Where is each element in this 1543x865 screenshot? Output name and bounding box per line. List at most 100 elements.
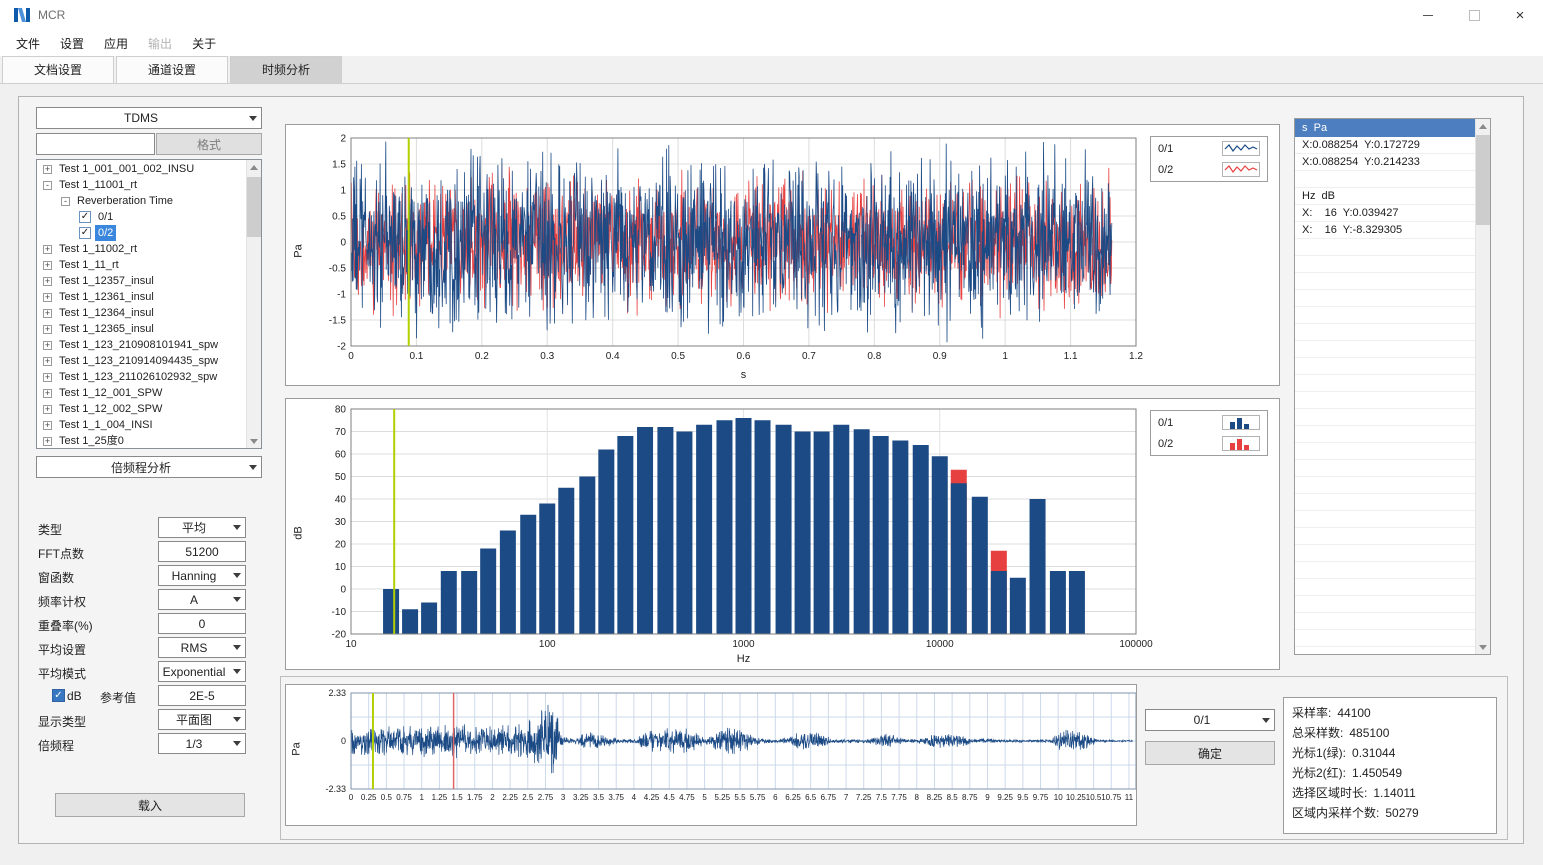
tree-item-label[interactable]: Test 1_123_210908101941_spw [56,337,221,353]
overview-chart-svg[interactable]: 00.250.50.7511.251.51.7522.252.52.7533.2… [286,685,1136,825]
tree-item[interactable]: ✓ 0/1 [37,209,246,225]
tree-item[interactable]: +Test 1_001_001_002_INSU [37,161,246,177]
expand-icon[interactable]: + [43,341,52,350]
tree-item[interactable]: + Test 1_123_211026102932_spw [37,369,246,385]
cursor-row[interactable] [1295,324,1475,341]
tree-item-label[interactable]: Test 1_123_210914094435_spw [56,353,221,369]
tree-item[interactable]: + Test 1_123_210914094435_spw [37,353,246,369]
tab[interactable]: 通道设置 [116,56,228,83]
tree-item[interactable]: -Reverberation Time [37,193,246,209]
confirm-button[interactable]: 确定 [1145,741,1275,765]
cursor-row[interactable] [1295,171,1475,188]
load-button[interactable]: 载入 [55,793,245,817]
menu-item[interactable]: 应用 [94,30,138,57]
tree-item[interactable]: ✓0/2 [37,225,246,241]
cursor-row[interactable] [1295,494,1475,511]
tree-item-label[interactable]: Test 1_12364_insul [56,305,157,321]
tree-item-label[interactable]: Test 1_12361_insul [56,289,157,305]
chevron-down-icon[interactable] [228,566,245,585]
cursor-row[interactable]: X:0.088254 Y:0.172729 [1295,137,1475,154]
cursor-row[interactable]: X:0.088254 Y:0.214233 [1295,154,1475,171]
tree-item-label[interactable]: 0/1 [95,209,116,225]
chevron-down-icon[interactable] [228,638,245,657]
tree-scrollbar[interactable] [246,160,261,448]
collapse-icon[interactable]: - [61,197,70,206]
legend-row[interactable]: 0/2 [1151,433,1267,454]
cursor-row[interactable] [1295,477,1475,494]
tree-item-label[interactable]: Test 1_12_002_SPW [56,401,165,417]
spectrum-chart-svg[interactable]: 80706050403020100-10-2010100100010000100… [286,399,1279,669]
param-combo[interactable]: Exponential [158,661,246,682]
menu-item[interactable]: 关于 [182,30,226,57]
param-combo[interactable]: 平面图 [158,709,246,730]
chevron-down-icon[interactable] [244,457,261,477]
expand-icon[interactable]: + [43,325,52,334]
param-combo[interactable]: RMS [158,637,246,658]
tree-item[interactable]: + Test 1_12365_insul [37,321,246,337]
menu-item[interactable]: 设置 [50,30,94,57]
legend-row[interactable]: 0/1 [1151,138,1267,159]
chevron-down-icon[interactable] [228,662,245,681]
expand-icon[interactable]: + [43,245,52,254]
tab[interactable]: 文档设置 [2,56,114,83]
filter-input[interactable] [36,133,155,155]
param-combo[interactable]: A [158,589,246,610]
chevron-down-icon[interactable] [228,710,245,729]
param-input[interactable]: 51200 [158,541,246,562]
close-button[interactable]: × [1497,0,1543,30]
time-chart-svg[interactable]: 21.510.50-0.5-1-1.5-200.10.20.30.40.50.6… [286,125,1279,385]
cursor-row[interactable] [1295,290,1475,307]
scrollbar-thumb[interactable] [1476,135,1490,225]
tree-item-label[interactable]: Test 1_12357_insul [56,273,157,289]
tree-item[interactable]: +Test 1_11_rt [37,257,246,273]
cursor-row[interactable] [1295,358,1475,375]
spectrum-chart[interactable]: 80706050403020100-10-2010100100010000100… [285,398,1280,670]
scroll-down-icon[interactable] [247,433,261,448]
expand-icon[interactable]: + [43,357,52,366]
tab[interactable]: 时频分析 [230,56,342,83]
tree-item[interactable]: +Test 1_12_002_SPW [37,401,246,417]
cursor-row[interactable] [1295,647,1475,653]
param-combo[interactable]: 1/3 [158,733,246,754]
cursor-panel-scrollbar[interactable] [1475,119,1490,654]
tree-item-label[interactable]: Test 1_11_rt [56,257,122,273]
tree-item[interactable]: +Test 1_1_004_INSI [37,417,246,433]
minimize-button[interactable] [1405,0,1451,30]
cursor-row[interactable] [1295,460,1475,477]
tree-item-label[interactable]: 0/2 [95,225,116,241]
tree-item[interactable]: + Test 1_11002_rt [37,241,246,257]
tree-item-label[interactable]: Test 1_12365_insul [56,321,157,337]
menu-item[interactable]: 文件 [6,30,50,57]
cursor-row[interactable] [1295,307,1475,324]
scroll-up-icon[interactable] [247,160,261,175]
scrollbar-thumb[interactable] [247,177,261,237]
cursor-row[interactable] [1295,528,1475,545]
cursor-row[interactable] [1295,375,1475,392]
cursor-row[interactable]: X: 16 Y:-8.329305 [1295,222,1475,239]
cursor-row[interactable] [1295,562,1475,579]
legend-row[interactable]: 0/2 [1151,159,1267,180]
collapse-icon[interactable]: - [43,181,52,190]
cursor-row[interactable] [1295,239,1475,256]
param-combo[interactable]: 平均 [158,517,246,538]
legend-row[interactable]: 0/1 [1151,412,1267,433]
format-button[interactable]: 格式 [156,133,262,155]
expand-icon[interactable]: + [43,437,52,446]
cursor-row[interactable] [1295,511,1475,528]
cursor-row[interactable] [1295,613,1475,630]
chevron-down-icon[interactable] [228,734,245,753]
param-input[interactable]: 0 [158,613,246,634]
tree-item-label[interactable]: Test 1_123_211026102932_spw [56,369,220,385]
expand-icon[interactable]: + [43,309,52,318]
expand-icon[interactable]: + [43,373,52,382]
cursor-row[interactable] [1295,630,1475,647]
tree-item[interactable]: + Test 1_12361_insul [37,289,246,305]
chevron-down-icon[interactable] [228,590,245,609]
expand-icon[interactable]: + [43,293,52,302]
cursor-row[interactable] [1295,256,1475,273]
chevron-down-icon[interactable] [228,518,245,537]
channel-checkbox[interactable]: ✓ [79,211,91,223]
tree-item-label[interactable]: Test 1_25度0 [56,433,127,448]
tree-item-label[interactable]: Test 1_11002_rt [56,241,140,257]
cursor-row[interactable] [1295,409,1475,426]
